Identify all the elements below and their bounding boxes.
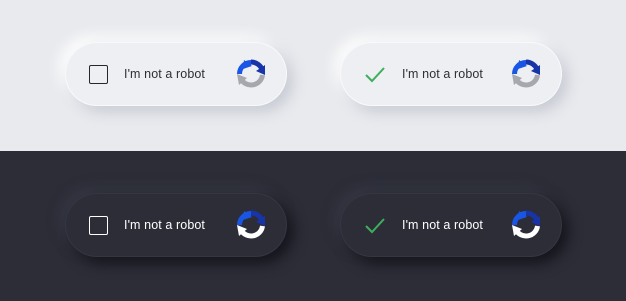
recaptcha-logo-icon xyxy=(512,210,540,239)
light-theme-panel: I'm not a robot I'm not a robot xyxy=(0,0,626,151)
recaptcha-widget-dark-checked: I'm not a robot xyxy=(340,193,562,257)
robot-checkbox[interactable] xyxy=(89,64,108,84)
robot-checkbox-label: I'm not a robot xyxy=(124,67,206,81)
recaptcha-widget-light-checked: I'm not a robot xyxy=(340,42,562,106)
recaptcha-widget-light-unchecked: I'm not a robot xyxy=(65,42,287,106)
robot-checkbox[interactable] xyxy=(89,215,108,235)
checkmark-icon[interactable] xyxy=(364,216,386,235)
recaptcha-logo-icon xyxy=(237,210,265,239)
robot-checkbox-label: I'm not a robot xyxy=(402,67,484,81)
recaptcha-logo-icon xyxy=(512,59,540,88)
checkmark-icon[interactable] xyxy=(364,65,386,84)
robot-checkbox-label: I'm not a robot xyxy=(124,218,206,232)
robot-checkbox-label: I'm not a robot xyxy=(402,218,484,232)
dark-theme-panel: I'm not a robot I'm not a robot xyxy=(0,151,626,301)
recaptcha-widget-dark-unchecked: I'm not a robot xyxy=(65,193,287,257)
recaptcha-logo-icon xyxy=(237,59,265,88)
